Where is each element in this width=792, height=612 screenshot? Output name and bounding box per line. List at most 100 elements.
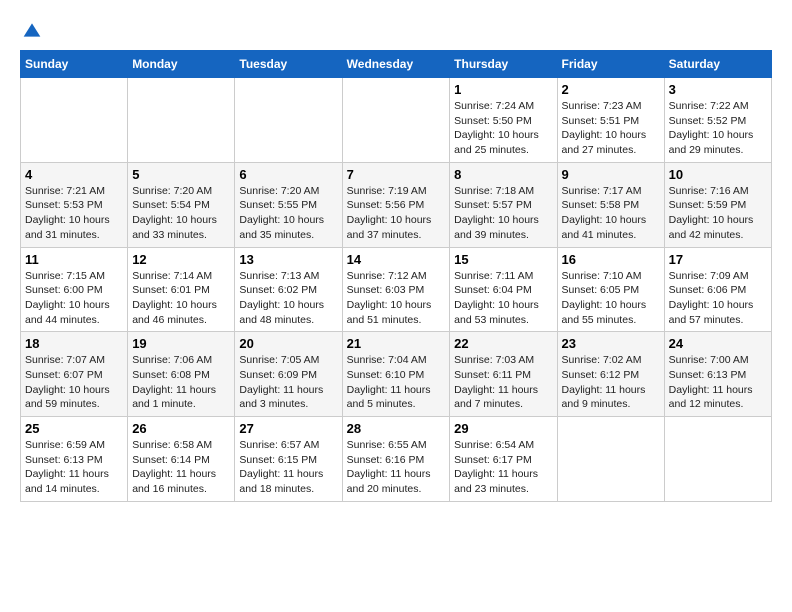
calendar-week-4: 18 Sunrise: 7:07 AM Sunset: 6:07 PM Dayli… (21, 332, 772, 417)
calendar-cell: 21Sunrise: 7:04 AM Sunset: 6:10 PM Dayli… (342, 332, 450, 417)
day-info: Sunrise: 7:22 AM Sunset: 5:52 PM Dayligh… (669, 99, 767, 158)
calendar-cell: 25Sunrise: 6:59 AM Sunset: 6:13 PM Dayli… (21, 417, 128, 502)
day-number: 19 (132, 336, 230, 351)
day-number: 23 (562, 336, 660, 351)
header-cell-tuesday: Tuesday (235, 51, 342, 78)
header-cell-thursday: Thursday (450, 51, 557, 78)
day-number: 5 (132, 167, 230, 182)
day-number: 22 (454, 336, 552, 351)
calendar-cell (664, 417, 771, 502)
day-number: 3 (669, 82, 767, 97)
day-info: Sunrise: 7:15 AM Sunset: 6:00 PM Dayligh… (25, 269, 123, 328)
day-number: 15 (454, 252, 552, 267)
day-number: 13 (239, 252, 337, 267)
calendar-table: SundayMondayTuesdayWednesdayThursdayFrid… (20, 50, 772, 502)
day-info: Sunrise: 7:21 AM Sunset: 5:53 PM Dayligh… (25, 184, 123, 243)
day-info: Sunrise: 7:10 AM Sunset: 6:05 PM Dayligh… (562, 269, 660, 328)
calendar-cell: 2Sunrise: 7:23 AM Sunset: 5:51 PM Daylig… (557, 78, 664, 163)
calendar-cell: 11 Sunrise: 7:15 AM Sunset: 6:00 PM Dayli… (21, 247, 128, 332)
calendar-cell: 1 Sunrise: 7:24 AM Sunset: 5:50 PM Daylig… (450, 78, 557, 163)
calendar-cell (128, 78, 235, 163)
day-info: Sunrise: 6:58 AM Sunset: 6:14 PM Dayligh… (132, 438, 230, 497)
day-number: 20 (239, 336, 337, 351)
page-header (20, 20, 772, 40)
calendar-cell: 12 Sunrise: 7:14 AM Sunset: 6:01 PM Dayli… (128, 247, 235, 332)
day-number: 27 (239, 421, 337, 436)
calendar-cell: 28Sunrise: 6:55 AM Sunset: 6:16 PM Dayli… (342, 417, 450, 502)
calendar-cell: 13Sunrise: 7:13 AM Sunset: 6:02 PM Dayli… (235, 247, 342, 332)
day-info: Sunrise: 7:06 AM Sunset: 6:08 PM Dayligh… (132, 353, 230, 412)
day-number: 29 (454, 421, 552, 436)
header-cell-sunday: Sunday (21, 51, 128, 78)
day-info: Sunrise: 7:24 AM Sunset: 5:50 PM Dayligh… (454, 99, 552, 158)
day-info: Sunrise: 7:12 AM Sunset: 6:03 PM Dayligh… (347, 269, 446, 328)
day-number: 12 (132, 252, 230, 267)
day-info: Sunrise: 7:16 AM Sunset: 5:59 PM Dayligh… (669, 184, 767, 243)
day-info: Sunrise: 7:09 AM Sunset: 6:06 PM Dayligh… (669, 269, 767, 328)
calendar-week-5: 25Sunrise: 6:59 AM Sunset: 6:13 PM Dayli… (21, 417, 772, 502)
calendar-cell: 16 Sunrise: 7:10 AM Sunset: 6:05 PM Dayli… (557, 247, 664, 332)
day-info: Sunrise: 7:00 AM Sunset: 6:13 PM Dayligh… (669, 353, 767, 412)
day-number: 26 (132, 421, 230, 436)
calendar-body: 1 Sunrise: 7:24 AM Sunset: 5:50 PM Daylig… (21, 78, 772, 502)
calendar-cell: 24 Sunrise: 7:00 AM Sunset: 6:13 PM Dayli… (664, 332, 771, 417)
calendar-cell: 27 Sunrise: 6:57 AM Sunset: 6:15 PM Dayli… (235, 417, 342, 502)
calendar-cell (235, 78, 342, 163)
day-info: Sunrise: 7:03 AM Sunset: 6:11 PM Dayligh… (454, 353, 552, 412)
day-number: 1 (454, 82, 552, 97)
header-cell-saturday: Saturday (664, 51, 771, 78)
day-number: 11 (25, 252, 123, 267)
day-info: Sunrise: 7:11 AM Sunset: 6:04 PM Dayligh… (454, 269, 552, 328)
header-cell-friday: Friday (557, 51, 664, 78)
day-number: 14 (347, 252, 446, 267)
calendar-week-1: 1 Sunrise: 7:24 AM Sunset: 5:50 PM Daylig… (21, 78, 772, 163)
calendar-cell: 6 Sunrise: 7:20 AM Sunset: 5:55 PM Daylig… (235, 162, 342, 247)
calendar-cell: 4 Sunrise: 7:21 AM Sunset: 5:53 PM Daylig… (21, 162, 128, 247)
calendar-cell: 18 Sunrise: 7:07 AM Sunset: 6:07 PM Dayli… (21, 332, 128, 417)
day-number: 24 (669, 336, 767, 351)
day-info: Sunrise: 7:17 AM Sunset: 5:58 PM Dayligh… (562, 184, 660, 243)
calendar-cell (557, 417, 664, 502)
calendar-cell: 7Sunrise: 7:19 AM Sunset: 5:56 PM Daylig… (342, 162, 450, 247)
calendar-cell: 20 Sunrise: 7:05 AM Sunset: 6:09 PM Dayli… (235, 332, 342, 417)
day-info: Sunrise: 6:55 AM Sunset: 6:16 PM Dayligh… (347, 438, 446, 497)
calendar-cell: 26 Sunrise: 6:58 AM Sunset: 6:14 PM Dayli… (128, 417, 235, 502)
calendar-cell: 15 Sunrise: 7:11 AM Sunset: 6:04 PM Dayli… (450, 247, 557, 332)
calendar-week-3: 11 Sunrise: 7:15 AM Sunset: 6:00 PM Dayli… (21, 247, 772, 332)
calendar-cell: 19 Sunrise: 7:06 AM Sunset: 6:08 PM Dayli… (128, 332, 235, 417)
day-info: Sunrise: 6:57 AM Sunset: 6:15 PM Dayligh… (239, 438, 337, 497)
calendar-cell: 3 Sunrise: 7:22 AM Sunset: 5:52 PM Daylig… (664, 78, 771, 163)
calendar-cell: 10 Sunrise: 7:16 AM Sunset: 5:59 PM Dayli… (664, 162, 771, 247)
day-number: 4 (25, 167, 123, 182)
day-info: Sunrise: 7:23 AM Sunset: 5:51 PM Dayligh… (562, 99, 660, 158)
calendar-header: SundayMondayTuesdayWednesdayThursdayFrid… (21, 51, 772, 78)
calendar-cell (342, 78, 450, 163)
day-info: Sunrise: 7:02 AM Sunset: 6:12 PM Dayligh… (562, 353, 660, 412)
header-cell-wednesday: Wednesday (342, 51, 450, 78)
calendar-cell (21, 78, 128, 163)
day-number: 7 (347, 167, 446, 182)
day-info: Sunrise: 7:05 AM Sunset: 6:09 PM Dayligh… (239, 353, 337, 412)
logo-icon (22, 20, 42, 40)
calendar-cell: 22 Sunrise: 7:03 AM Sunset: 6:11 PM Dayli… (450, 332, 557, 417)
logo (20, 20, 42, 40)
day-info: Sunrise: 7:07 AM Sunset: 6:07 PM Dayligh… (25, 353, 123, 412)
calendar-cell: 23 Sunrise: 7:02 AM Sunset: 6:12 PM Dayli… (557, 332, 664, 417)
calendar-cell: 14 Sunrise: 7:12 AM Sunset: 6:03 PM Dayli… (342, 247, 450, 332)
calendar-cell: 9 Sunrise: 7:17 AM Sunset: 5:58 PM Daylig… (557, 162, 664, 247)
day-info: Sunrise: 7:18 AM Sunset: 5:57 PM Dayligh… (454, 184, 552, 243)
header-row: SundayMondayTuesdayWednesdayThursdayFrid… (21, 51, 772, 78)
day-number: 16 (562, 252, 660, 267)
day-number: 6 (239, 167, 337, 182)
day-number: 18 (25, 336, 123, 351)
day-info: Sunrise: 7:14 AM Sunset: 6:01 PM Dayligh… (132, 269, 230, 328)
day-info: Sunrise: 7:20 AM Sunset: 5:55 PM Dayligh… (239, 184, 337, 243)
header-cell-monday: Monday (128, 51, 235, 78)
day-info: Sunrise: 7:04 AM Sunset: 6:10 PM Dayligh… (347, 353, 446, 412)
calendar-week-2: 4 Sunrise: 7:21 AM Sunset: 5:53 PM Daylig… (21, 162, 772, 247)
day-number: 9 (562, 167, 660, 182)
calendar-cell: 17Sunrise: 7:09 AM Sunset: 6:06 PM Dayli… (664, 247, 771, 332)
day-number: 25 (25, 421, 123, 436)
day-info: Sunrise: 7:20 AM Sunset: 5:54 PM Dayligh… (132, 184, 230, 243)
day-number: 10 (669, 167, 767, 182)
